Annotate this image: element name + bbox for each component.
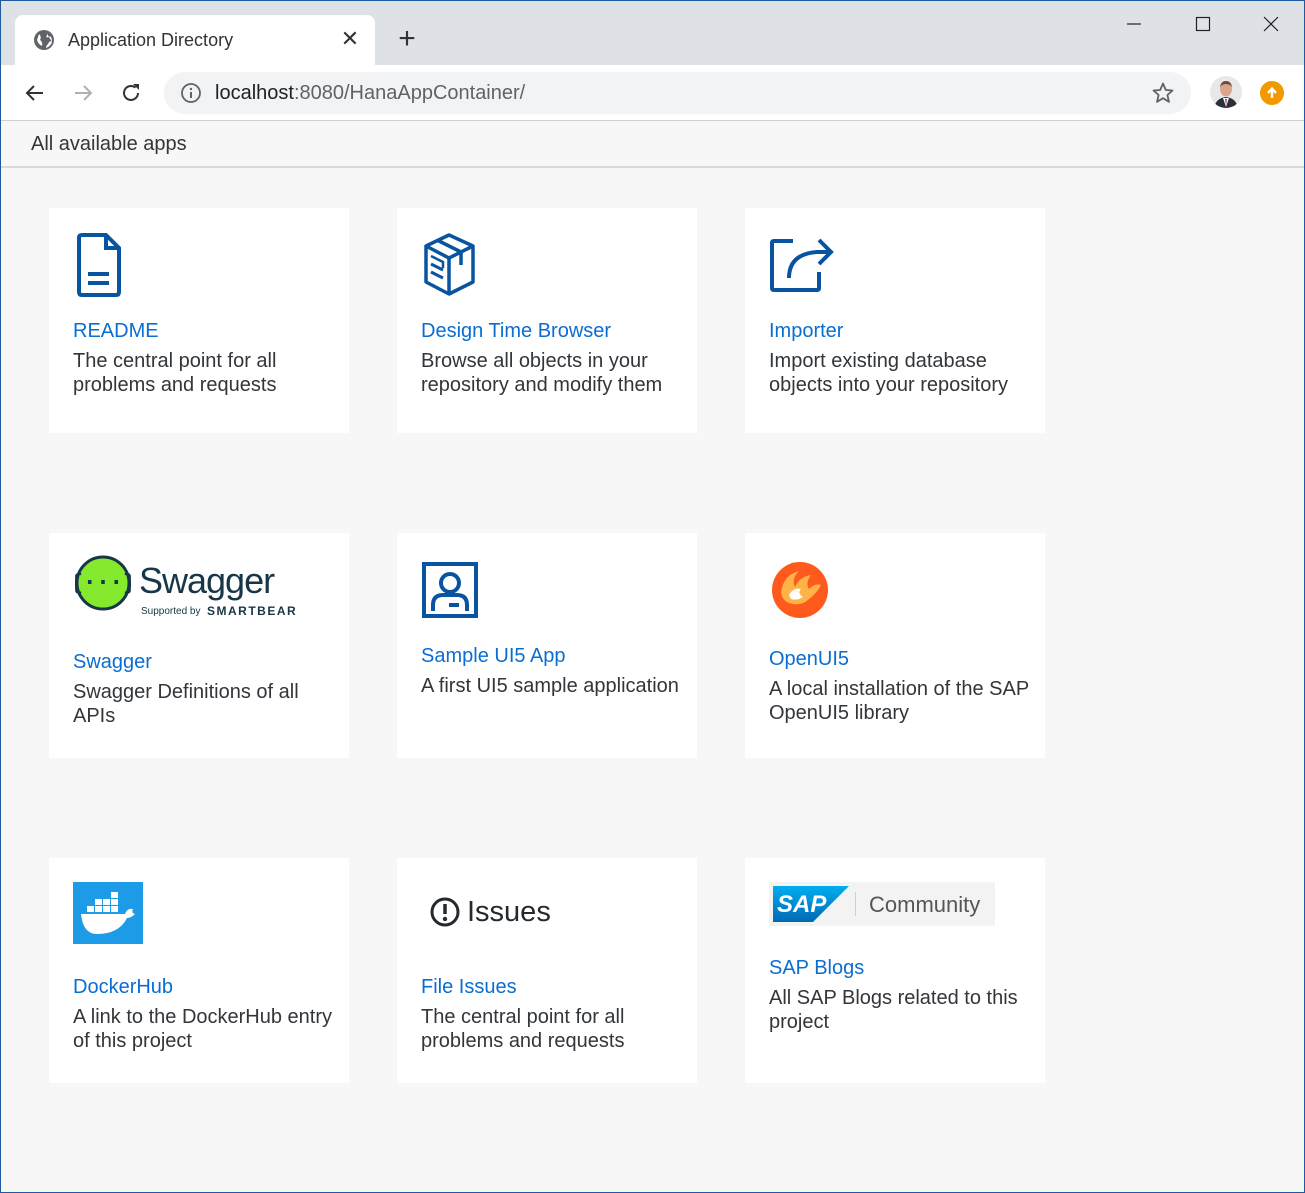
tile-description: All SAP Blogs related to this project	[769, 987, 1018, 1033]
sap-community-logo: SAP Community	[769, 882, 995, 926]
maximize-button[interactable]	[1180, 9, 1226, 39]
tile-title[interactable]: SAP Blogs	[769, 956, 864, 980]
logo-divider	[855, 892, 856, 916]
minimize-icon	[1127, 23, 1141, 25]
tab-close-icon[interactable]: ✕	[339, 28, 361, 50]
swagger-icon: {···}	[75, 555, 131, 611]
tile-importer[interactable]: Importer Import existing database object…	[745, 208, 1045, 433]
arrow-right-icon	[75, 85, 93, 101]
page-title: All available apps	[31, 133, 187, 155]
close-icon	[1263, 16, 1279, 32]
openui5-logo	[772, 562, 828, 618]
tile-title[interactable]: Importer	[769, 319, 843, 343]
person-photo-icon	[1210, 76, 1242, 108]
tile-title[interactable]: OpenUI5	[769, 647, 849, 671]
tile-openui5[interactable]: OpenUI5 A local installation of the SAP …	[745, 533, 1045, 758]
sap-logo-icon: SAP	[773, 886, 849, 922]
tile-description: A local installation of the SAP OpenUI5 …	[769, 678, 1029, 724]
new-tab-button[interactable]: +	[393, 24, 421, 54]
sap-logo-text: SAP	[777, 891, 827, 918]
star-icon[interactable]	[1151, 81, 1175, 105]
globe-icon	[34, 30, 54, 50]
package-icon	[424, 233, 475, 296]
swagger-wordmark: Swagger	[139, 560, 275, 601]
tile-file-issues[interactable]: Issues File Issues The central point for…	[397, 858, 697, 1083]
close-window-button[interactable]	[1248, 9, 1294, 39]
smartbear-wordmark: SMARTBEAR	[207, 604, 298, 618]
url-text: localhost:8080/HanaAppContainer/	[215, 82, 525, 104]
tile-description: Swagger Definitions of all APIs	[73, 681, 299, 727]
reload-button[interactable]	[115, 77, 147, 109]
tile-description: A first UI5 sample application	[421, 675, 679, 697]
tile-description: Import existing database objects into yo…	[769, 350, 1009, 396]
browser-window: Application Directory ✕ + localhost:8080…	[0, 0, 1305, 1193]
share-icon	[770, 238, 834, 292]
tile-title[interactable]: README	[73, 319, 159, 343]
tile-title[interactable]: Sample UI5 App	[421, 644, 566, 668]
tile-title[interactable]: DockerHub	[73, 975, 173, 999]
info-icon[interactable]	[180, 82, 202, 104]
tile-title[interactable]: File Issues	[421, 975, 517, 999]
tab-application-directory[interactable]: Application Directory ✕	[15, 15, 375, 65]
tile-title[interactable]: Design Time Browser	[421, 319, 611, 343]
profile-avatar[interactable]	[1210, 76, 1242, 108]
arrow-up-icon	[1267, 86, 1277, 98]
document-icon	[77, 233, 121, 297]
url-host: localhost	[215, 82, 294, 104]
tile-sap-blogs[interactable]: SAP Community SAP Blogs All SAP Blogs re…	[745, 858, 1045, 1083]
url-path: :8080/HanaAppContainer/	[293, 82, 526, 104]
arrow-left-icon	[25, 85, 43, 101]
minimize-button[interactable]	[1111, 9, 1157, 39]
tile-title[interactable]: Swagger	[73, 650, 152, 674]
tile-sample-ui5-app[interactable]: Sample UI5 App A first UI5 sample applic…	[397, 533, 697, 758]
tile-description: Browse all objects in your repository an…	[421, 350, 663, 396]
tile-description: The central point for all problems and r…	[421, 1006, 625, 1052]
back-button[interactable]	[19, 77, 51, 109]
issues-logo: Issues	[429, 892, 569, 932]
alert-circle-icon	[430, 897, 460, 927]
swagger-supported-by: Supported by	[141, 606, 201, 617]
forward-button[interactable]	[67, 77, 99, 109]
maximize-icon	[1195, 16, 1211, 32]
tile-description: The central point for all problems and r…	[73, 350, 277, 396]
tab-title: Application Directory	[68, 30, 234, 50]
tab-strip: Application Directory ✕ +	[1, 1, 1304, 65]
tile-dockerhub[interactable]: DockerHub A link to the DockerHub entry …	[49, 858, 349, 1083]
browser-toolbar: localhost:8080/HanaAppContainer/	[1, 65, 1304, 121]
person-card-icon	[422, 562, 478, 618]
docker-logo	[73, 882, 143, 944]
issues-wordmark: Issues	[467, 896, 551, 928]
update-button[interactable]	[1260, 81, 1284, 105]
page-header: All available apps	[1, 121, 1304, 168]
community-wordmark: Community	[869, 892, 981, 917]
swagger-logo: {···} Swagger Supported by SMARTBEAR	[73, 555, 303, 621]
tile-swagger[interactable]: {···} Swagger Supported by SMARTBEAR Swa…	[49, 533, 349, 758]
svg-text:{···}: {···}	[75, 571, 131, 596]
reload-icon	[123, 84, 139, 101]
tile-design-time-browser[interactable]: Design Time Browser Browse all objects i…	[397, 208, 697, 433]
tile-description: A link to the DockerHub entry of this pr…	[73, 1006, 333, 1052]
tile-readme[interactable]: README The central point for all problem…	[49, 208, 349, 433]
address-bar[interactable]: localhost:8080/HanaAppContainer/	[164, 72, 1191, 114]
